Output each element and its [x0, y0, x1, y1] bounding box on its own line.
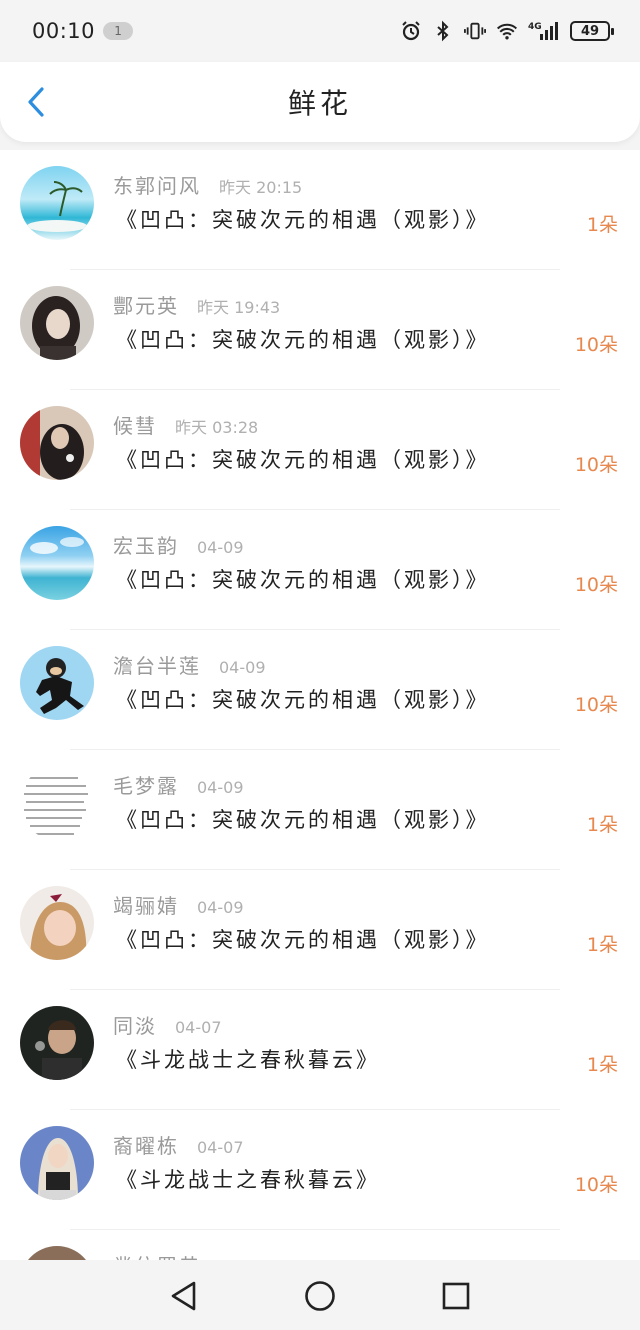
- flower-list: 东郭问风 昨天 20:15 《凹凸：突破次元的相遇（观影）》 1朵 酆元英 昨天…: [0, 150, 640, 1260]
- sender-name[interactable]: 裔曜栋: [113, 1130, 179, 1159]
- send-time: 04-05: [219, 1258, 266, 1260]
- flower-count: 10朵: [574, 574, 618, 596]
- square-recents-icon: [442, 1282, 470, 1310]
- flower-count: 10朵: [574, 334, 618, 356]
- sender-name[interactable]: 澹台半莲: [113, 650, 201, 679]
- work-title[interactable]: 《凹凸：突破次元的相遇（观影）》: [116, 444, 490, 474]
- item-meta: 宏玉韵 04-09: [113, 530, 244, 559]
- status-icons: 4G 49: [400, 20, 614, 42]
- bluetooth-icon: [432, 20, 454, 42]
- list-item[interactable]: 裔曜栋 04-07 《斗龙战士之春秋暮云》 10朵: [0, 1110, 640, 1230]
- flower-count: 1朵: [586, 934, 618, 956]
- item-meta: 同淡 04-07: [113, 1010, 222, 1039]
- list-item[interactable]: 候彗 昨天 03:28 《凹凸：突破次元的相遇（观影）》 10朵: [0, 390, 640, 510]
- item-meta: 候彗 昨天 03:28: [113, 410, 258, 439]
- nav-recents-button[interactable]: [436, 1276, 476, 1316]
- send-time: 04-09: [219, 658, 266, 677]
- send-time: 04-09: [197, 898, 244, 917]
- item-meta: 竭骊婧 04-09: [113, 890, 244, 919]
- system-nav-bar: [0, 1262, 640, 1330]
- notification-pill: 1: [103, 22, 134, 40]
- vibrate-icon: [464, 20, 486, 42]
- sender-name[interactable]: 候彗: [113, 410, 157, 439]
- list-item[interactable]: 宏玉韵 04-09 《凹凸：突破次元的相遇（观影）》 10朵: [0, 510, 640, 630]
- avatar: [20, 1126, 94, 1200]
- work-title[interactable]: 《凹凸：突破次元的相遇（观影）》: [116, 804, 490, 834]
- flower-count: 10朵: [574, 454, 618, 476]
- wifi-icon: [496, 20, 518, 42]
- nav-back-button[interactable]: [164, 1276, 204, 1316]
- avatar: [20, 1246, 94, 1260]
- app-header: 鲜花: [0, 62, 640, 142]
- list-item[interactable]: 澹台半莲 04-09 《凹凸：突破次元的相遇（观影）》 10朵: [0, 630, 640, 750]
- chevron-left-icon: [28, 87, 44, 117]
- avatar: [20, 406, 94, 480]
- sender-name[interactable]: 宏玉韵: [113, 530, 179, 559]
- status-bar: 00:10 1 4G 49: [0, 0, 640, 62]
- item-meta: 毛梦露 04-09: [113, 770, 244, 799]
- circle-home-icon: [305, 1281, 335, 1311]
- list-item[interactable]: 酆元英 昨天 19:43 《凹凸：突破次元的相遇（观影）》 10朵: [0, 270, 640, 390]
- sender-name[interactable]: 凿依罗昔: [113, 1250, 201, 1260]
- avatar: [20, 886, 94, 960]
- flower-count: 1朵: [586, 1054, 618, 1076]
- send-time: 昨天 20:15: [219, 178, 303, 197]
- sender-name[interactable]: 竭骊婧: [113, 890, 179, 919]
- avatar: [20, 766, 94, 840]
- item-meta: 凿依罗昔 04-05: [113, 1250, 266, 1260]
- list-item[interactable]: 凿依罗昔 04-05: [0, 1230, 640, 1260]
- svg-text:4G: 4G: [528, 22, 542, 32]
- avatar: [20, 1006, 94, 1080]
- work-title[interactable]: 《凹凸：突破次元的相遇（观影）》: [116, 684, 490, 714]
- sender-name[interactable]: 毛梦露: [113, 770, 179, 799]
- flower-count: 10朵: [574, 694, 618, 716]
- send-time: 04-07: [197, 1138, 244, 1157]
- back-button[interactable]: [18, 82, 54, 122]
- send-time: 04-09: [197, 778, 244, 797]
- list-item[interactable]: 东郭问风 昨天 20:15 《凹凸：突破次元的相遇（观影）》 1朵: [0, 150, 640, 270]
- item-meta: 东郭问风 昨天 20:15: [113, 170, 302, 199]
- avatar: [20, 646, 94, 720]
- status-time: 00:10: [32, 19, 96, 43]
- alarm-icon: [400, 20, 422, 42]
- work-title[interactable]: 《凹凸：突破次元的相遇（观影）》: [116, 924, 490, 954]
- send-time: 04-09: [197, 538, 244, 557]
- work-title[interactable]: 《凹凸：突破次元的相遇（观影）》: [116, 324, 490, 354]
- nav-home-button[interactable]: [300, 1276, 340, 1316]
- avatar: [20, 526, 94, 600]
- work-title[interactable]: 《凹凸：突破次元的相遇（观影）》: [116, 564, 490, 594]
- triangle-back-icon: [171, 1281, 196, 1311]
- page-title: 鲜花: [287, 87, 352, 120]
- work-title[interactable]: 《斗龙战士之春秋暮云》: [116, 1044, 380, 1074]
- item-meta: 酆元英 昨天 19:43: [113, 290, 280, 319]
- list-item[interactable]: 竭骊婧 04-09 《凹凸：突破次元的相遇（观影）》 1朵: [0, 870, 640, 990]
- send-time: 04-07: [175, 1018, 222, 1037]
- sender-name[interactable]: 东郭问风: [113, 170, 201, 199]
- avatar: [20, 166, 94, 240]
- list-item[interactable]: 毛梦露 04-09 《凹凸：突破次元的相遇（观影）》 1朵: [0, 750, 640, 870]
- signal-icon: 4G: [528, 20, 560, 42]
- work-title[interactable]: 《凹凸：突破次元的相遇（观影）》: [116, 204, 490, 234]
- send-time: 昨天 19:43: [197, 298, 281, 317]
- list-item[interactable]: 同淡 04-07 《斗龙战士之春秋暮云》 1朵: [0, 990, 640, 1110]
- sender-name[interactable]: 同淡: [113, 1010, 157, 1039]
- work-title[interactable]: 《斗龙战士之春秋暮云》: [116, 1164, 380, 1194]
- send-time: 昨天 03:28: [175, 418, 259, 437]
- flower-count: 10朵: [574, 1174, 618, 1196]
- flower-count: 1朵: [586, 814, 618, 836]
- flower-count: 1朵: [586, 214, 618, 236]
- sender-name[interactable]: 酆元英: [113, 290, 179, 319]
- battery-indicator: 49: [570, 21, 614, 41]
- item-meta: 澹台半莲 04-09: [113, 650, 266, 679]
- item-meta: 裔曜栋 04-07: [113, 1130, 244, 1159]
- avatar: [20, 286, 94, 360]
